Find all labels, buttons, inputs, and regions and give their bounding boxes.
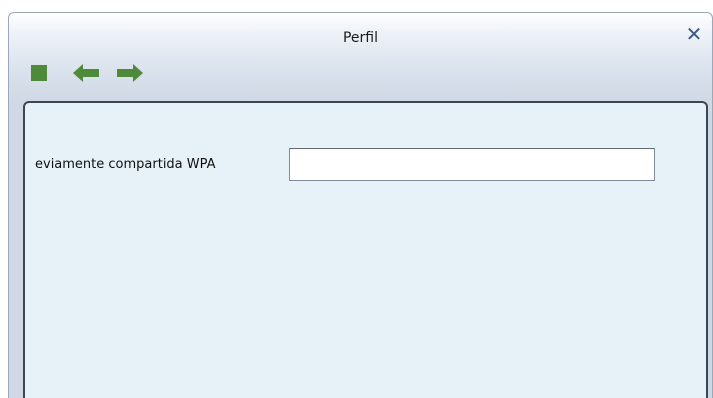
back-button[interactable] (73, 63, 101, 83)
wpa-psk-input[interactable] (289, 148, 655, 181)
toolbar (31, 63, 161, 83)
content-panel: eviamente compartida WPA (23, 101, 708, 398)
forward-button[interactable] (117, 63, 145, 83)
arrow-right-icon (117, 64, 143, 82)
wpa-psk-label: eviamente compartida WPA (35, 157, 216, 172)
arrow-left-icon (73, 64, 99, 82)
dialog-title: Perfil (342, 30, 379, 46)
stop-button[interactable] (31, 63, 49, 83)
stop-square-icon (31, 65, 47, 81)
profile-dialog: Perfil ✕ eviamente compartida WPA (8, 12, 713, 398)
close-icon[interactable]: ✕ (685, 24, 703, 44)
